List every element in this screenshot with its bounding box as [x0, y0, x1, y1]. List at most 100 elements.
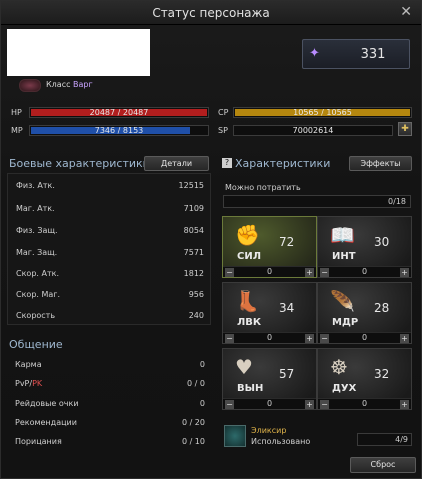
- stat-value: 57: [279, 367, 295, 381]
- help-icon[interactable]: ?: [222, 158, 232, 168]
- social-row-value: 0 / 0: [187, 379, 205, 388]
- social-title: Общение: [9, 338, 63, 351]
- title-bar[interactable]: Статус персонажа ✕: [1, 1, 421, 25]
- social-row-label: Рекомендации: [15, 418, 77, 427]
- stat-row-label: Маг. Атк.: [16, 204, 55, 213]
- feather-icon: 🪶: [330, 289, 355, 313]
- stat-name: СИЛ: [237, 251, 262, 262]
- level-value: 331: [360, 47, 386, 62]
- hp-bar: 20487 / 20487: [29, 107, 209, 118]
- close-icon[interactable]: ✕: [400, 4, 412, 20]
- stat-card-wit[interactable]: 🪶 МДР 28 − 0 +: [317, 282, 412, 344]
- heart-icon: ♥: [235, 355, 253, 379]
- stat-name: ИНТ: [332, 251, 356, 262]
- book-icon: 📖: [330, 223, 355, 247]
- stepper-value: 0: [361, 399, 368, 408]
- stepper-value: 0: [361, 267, 368, 276]
- stepper-value: 0: [266, 333, 273, 342]
- stat-name: ВЫН: [237, 383, 264, 394]
- stat-row-value: 12515: [178, 181, 204, 190]
- characteristics-title: Характеристики: [235, 157, 331, 170]
- stat-value: 72: [279, 235, 295, 249]
- combat-stats-panel: Физ. Атк. 12515 Маг. Атк. 7109 Физ. Защ.…: [7, 173, 211, 325]
- hp-value: 20487 / 20487: [89, 108, 149, 117]
- stat-row-value: 7109: [183, 204, 204, 213]
- social-panel: Карма 0 PvP/PK 0 / 0 Рейдовые очки 0 Рек…: [7, 353, 211, 449]
- pk-label: PK: [32, 379, 43, 388]
- cp-bar: 10565 / 10565: [233, 107, 412, 118]
- stat-card-dex[interactable]: 👢 ЛВК 34 − 0 +: [222, 282, 317, 344]
- stat-row-label: Скорость: [16, 311, 56, 320]
- elixir-used-label: Использовано: [251, 437, 311, 446]
- class-value: Варг: [73, 80, 93, 89]
- social-row-value: 0 / 10: [181, 437, 205, 446]
- character-status-window: Статус персонажа ✕ Класс Варг ✦ 331 HP 2…: [0, 0, 422, 479]
- stat-name: ЛВК: [237, 317, 262, 328]
- level-box: ✦ 331: [302, 39, 410, 69]
- stat-row-label: Скор. Атк.: [16, 269, 59, 278]
- social-row-label: Рейдовые очки: [15, 399, 79, 408]
- stat-row-value: 956: [188, 290, 204, 299]
- stat-value: 32: [374, 367, 390, 381]
- cp-label: CP: [218, 108, 229, 117]
- social-row-value: 0: [199, 360, 205, 369]
- stat-row-value: 1812: [183, 269, 204, 278]
- sp-add-button[interactable]: ✚: [398, 122, 412, 136]
- stat-value: 28: [374, 301, 390, 315]
- spirit-icon: ☸: [330, 355, 348, 379]
- increase-button[interactable]: +: [305, 400, 314, 409]
- stat-name: ДУХ: [332, 383, 357, 394]
- combat-stats-title: Боевые характеристики: [9, 157, 150, 170]
- stepper-value: 0: [361, 333, 368, 342]
- hp-label: HP: [11, 108, 22, 117]
- stat-row-value: 240: [188, 311, 204, 320]
- stat-row-value: 7571: [183, 248, 204, 257]
- pvp-label: PvP/: [15, 379, 33, 388]
- reset-button[interactable]: Сброс: [350, 457, 416, 473]
- social-row-value: 0: [199, 399, 205, 408]
- character-portrait: [7, 29, 150, 76]
- details-button[interactable]: Детали: [144, 156, 209, 171]
- stat-stepper: − 0 +: [223, 332, 316, 343]
- stat-row-label: Скор. Маг.: [16, 290, 61, 299]
- can-spend-field: 0/18: [223, 195, 411, 208]
- stat-card-int[interactable]: 📖 ИНТ 30 − 0 +: [317, 216, 412, 278]
- stat-value: 34: [279, 301, 295, 315]
- increase-button[interactable]: +: [305, 268, 314, 277]
- mp-label: MP: [11, 126, 23, 135]
- sp-label: SP: [218, 126, 228, 135]
- effects-button[interactable]: Эффекты: [349, 156, 412, 171]
- stat-stepper: − 0 +: [223, 398, 316, 409]
- stat-card-con[interactable]: ♥ ВЫН 57 − 0 +: [222, 348, 317, 410]
- class-emblem-icon: [19, 79, 41, 92]
- social-row-label: Порицания: [15, 437, 62, 446]
- ornate-emblem-icon: ✦: [309, 46, 320, 61]
- boot-icon: 👢: [235, 289, 260, 313]
- elixir-title: Эликсир: [251, 426, 287, 435]
- stat-stepper: − 0 +: [223, 266, 316, 277]
- mp-bar: 7346 / 8153: [29, 125, 209, 136]
- social-row-label: PvP/PK: [15, 379, 42, 388]
- window-title: Статус персонажа: [152, 6, 270, 20]
- elixir-used-value: 4/9: [357, 433, 412, 446]
- stepper-value: 0: [266, 399, 273, 408]
- can-spend-value: 0/18: [388, 197, 406, 206]
- sp-value: 70002614: [292, 126, 334, 135]
- stat-value: 30: [374, 235, 390, 249]
- social-row-label: Карма: [15, 360, 42, 369]
- mp-value: 7346 / 8153: [94, 126, 144, 135]
- stat-name: МДР: [332, 317, 359, 328]
- stat-stepper: − 0 +: [318, 332, 411, 343]
- increase-button[interactable]: +: [400, 400, 409, 409]
- increase-button[interactable]: +: [400, 268, 409, 277]
- increase-button[interactable]: +: [305, 334, 314, 343]
- increase-button[interactable]: +: [400, 334, 409, 343]
- cp-value: 10565 / 10565: [293, 108, 352, 117]
- stat-card-men[interactable]: ☸ ДУХ 32 − 0 +: [317, 348, 412, 410]
- sp-field: 70002614: [233, 125, 393, 136]
- stat-row-label: Физ. Защ.: [16, 226, 58, 235]
- stat-row-label: Физ. Атк.: [16, 181, 55, 190]
- stat-card-str[interactable]: ✊ СИЛ 72 − 0 +: [222, 216, 317, 278]
- fist-icon: ✊: [235, 223, 260, 247]
- stat-row-label: Маг. Защ.: [16, 248, 58, 257]
